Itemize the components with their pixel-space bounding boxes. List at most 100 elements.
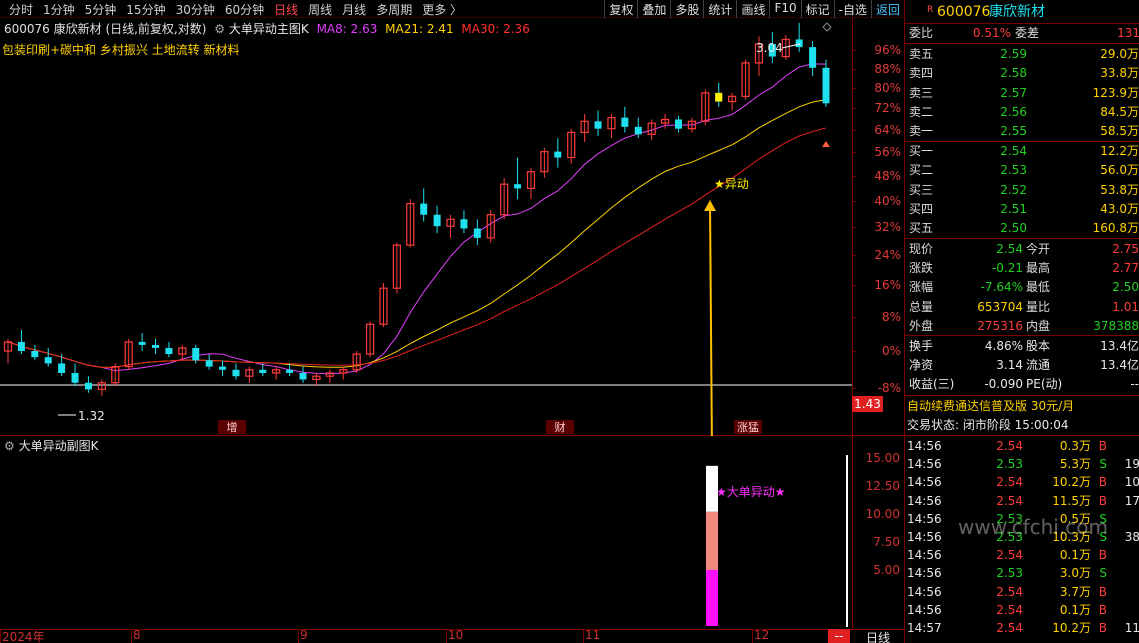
tab-timeframe[interactable]: 分时 (4, 1, 38, 18)
tick-volume: 0.1万 (1059, 602, 1091, 617)
candle-body (58, 363, 66, 373)
weibi-label: 委比 (909, 26, 934, 40)
tick-direction: B (1098, 475, 1107, 490)
candle-body (634, 126, 642, 135)
tab-timeframe[interactable]: 30分钟 (171, 1, 220, 18)
candle-body (674, 119, 682, 129)
y-axis-label: 64% (874, 122, 901, 137)
book-label: 买四 (909, 201, 934, 216)
book-volume: 43.0万 (1100, 201, 1139, 216)
event-marker[interactable]: 财 (555, 420, 566, 434)
bid-row[interactable]: 买三 2.52 53.8万 (905, 181, 1139, 200)
tick-price: 2.54 (996, 602, 1023, 617)
quote-title: R 600076 康欣新材 (905, 1, 1139, 23)
tick-price: 2.54 (996, 584, 1023, 599)
tab-timeframe[interactable]: 多周期 (371, 1, 417, 18)
promo-banner[interactable]: 自动续费通达信普及版 30元/月 (907, 397, 1139, 416)
tick-time: 14:56 (907, 439, 942, 453)
tab-timeframe[interactable]: 日线 (269, 1, 303, 18)
tool-button[interactable]: F10 (769, 0, 800, 18)
tool-button[interactable]: 标记 (800, 0, 834, 18)
bid-row[interactable]: 买一 2.54 12.2万 (905, 142, 1139, 161)
book-price: 2.56 (1000, 104, 1027, 119)
tick-time: 14:57 (907, 621, 942, 635)
tool-button[interactable]: 画线 (736, 0, 769, 18)
stock-code: 600076 (937, 4, 991, 20)
tick-row: 14:56 2.53 5.3万 S 19 (905, 455, 1139, 474)
book-volume: 84.5万 (1100, 104, 1139, 119)
y-axis-label: -8% (877, 381, 901, 396)
stat-row: 现价 2.54 今开 2.75 (905, 240, 1139, 259)
y-axis-label: 72% (874, 101, 901, 116)
back-button[interactable]: 返回 (870, 0, 904, 18)
tool-button[interactable]: 多股 (670, 0, 703, 18)
event-marker[interactable]: 涨猛 (737, 421, 759, 434)
tool-buttons: 复权 叠加 多股 统计 画线 F10 标记 -自选 返回 (604, 0, 904, 18)
tab-timeframe[interactable]: 60分钟 (220, 1, 269, 18)
book-price: 2.51 (1000, 201, 1027, 216)
tool-button[interactable]: 统计 (703, 0, 736, 18)
ask-row[interactable]: 卖四 2.58 33.8万 (905, 64, 1139, 83)
weicha-value: 131 (1117, 26, 1139, 40)
tab-timeframe[interactable]: 15分钟 (121, 1, 170, 18)
book-price: 2.57 (1000, 85, 1027, 100)
axis-tick (852, 175, 856, 177)
tick-count: 17 (1124, 493, 1139, 508)
y-axis-label: 96% (874, 43, 901, 57)
stat-row: 总量 653704 量比 1.01 (905, 298, 1139, 317)
axis-tick (852, 129, 856, 131)
tool-button[interactable]: 复权 (604, 0, 637, 18)
tick-direction: S (1099, 566, 1107, 581)
stat-label: 流通 (1026, 358, 1051, 373)
book-volume: 58.5万 (1100, 124, 1139, 139)
tab-timeframe[interactable]: 周线 (303, 1, 337, 18)
timeframe-tabs: 分时 1分钟 5分钟 15分钟 30分钟 60分钟 日线 周线 月线 多周期 更多 〉 (4, 1, 467, 18)
main-candlestick-chart[interactable]: 3.04 1.32 ★异动增 财 涨猛 (0, 18, 852, 436)
candle-body (165, 347, 173, 355)
book-volume: 160.8万 (1092, 221, 1139, 236)
ask-row[interactable]: 卖二 2.56 84.5万 (905, 103, 1139, 122)
tab-timeframe[interactable]: 月线 (337, 1, 371, 18)
date-label: 2024年 (2, 630, 45, 643)
tick-volume: 3.7万 (1059, 584, 1091, 599)
tick-direction: S (1099, 457, 1107, 472)
tick-volume: 5.3万 (1059, 457, 1091, 472)
y-axis-label: 32% (874, 219, 901, 234)
tick-row: 14:56 2.54 0.3万 B (905, 437, 1139, 456)
candle-body (460, 219, 468, 229)
tool-button[interactable]: 叠加 (637, 0, 670, 18)
tab-timeframe[interactable]: 5分钟 (80, 1, 122, 18)
y-axis-label: 8% (881, 309, 901, 324)
stat-label: PE(动) (1026, 377, 1063, 392)
y-axis-label: 24% (874, 247, 901, 262)
tab-timeframe[interactable]: 1分钟 (38, 1, 80, 18)
ma8-line (7, 63, 827, 375)
tool-button[interactable]: -自选 (833, 0, 871, 18)
candle-body (17, 341, 25, 351)
candle-body (232, 369, 240, 377)
sub-bar-chart[interactable]: ★大单异动★ (0, 436, 852, 630)
bid-row[interactable]: 买二 2.53 56.0万 (905, 161, 1139, 180)
candle-body (795, 39, 803, 48)
candle-body (433, 214, 441, 227)
event-marker[interactable]: 增 (227, 420, 238, 434)
tick-volume: 0.3万 (1059, 439, 1091, 453)
candle-body (621, 117, 629, 127)
bottom-tab-daily[interactable]: 日线 (866, 629, 890, 643)
candle-body (152, 344, 160, 348)
y-axis-label: 0% (881, 344, 901, 358)
bid-row[interactable]: 买四 2.51 43.0万 (905, 200, 1139, 219)
candle-body (259, 369, 267, 373)
ask-row[interactable]: 卖五 2.59 29.0万 (905, 45, 1139, 64)
ask-row[interactable]: 卖三 2.57 123.9万 (905, 84, 1139, 103)
bid-row[interactable]: 买五 2.50 160.8万 (905, 219, 1139, 238)
stat-label: 净资 (909, 358, 934, 373)
book-price: 2.50 (1000, 221, 1027, 236)
stat-row: 净资 3.14 流通 13.4亿 (905, 356, 1139, 375)
ask-row[interactable]: 卖一 2.55 58.5万 (905, 122, 1139, 141)
tick-row: 14:56 2.54 3.7万 B (905, 583, 1139, 602)
tab-timeframe[interactable]: 更多 〉 (417, 1, 467, 18)
bottom-dash: -- (828, 629, 850, 643)
book-label: 卖二 (909, 104, 934, 119)
axis-tick (852, 388, 856, 390)
